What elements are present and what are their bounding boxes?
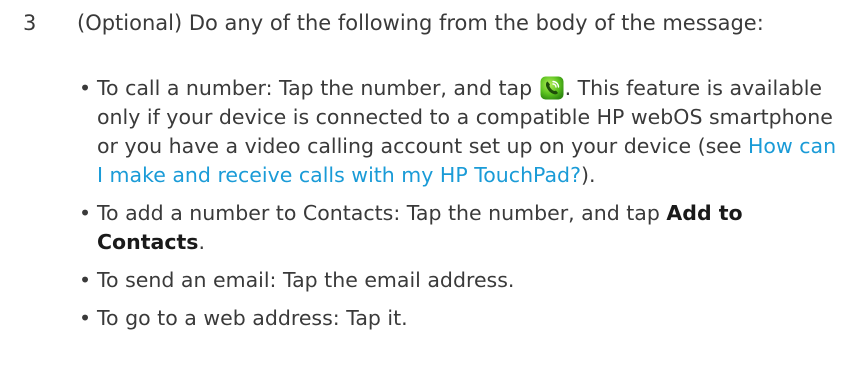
list-item-call: • To call a number: Tap the number, and … [77,74,837,190]
bullet-dot: • [79,76,92,100]
contacts-text: To add a number to Contacts: Tap the num… [97,201,667,225]
step-instruction: (Optional) Do any of the following from … [77,11,764,35]
list-item-web: • To go to a web address: Tap it. [77,304,837,333]
step-number: 3 [23,11,37,35]
contacts-text-end: . [198,230,206,254]
bullet-dot: • [79,201,92,225]
bullet-dot: • [79,306,92,330]
call-text-start: To call a number: Tap the number, and ta… [97,76,539,100]
list-item-contacts: • To add a number to Contacts: Tap the n… [77,199,837,257]
list-item-email: • To send an email: Tap the email addres… [77,266,837,295]
call-text-end: ). [580,163,596,187]
web-text: To go to a web address: Tap it. [97,306,408,330]
email-text: To send an email: Tap the email address. [97,268,515,292]
options-list: • To call a number: Tap the number, and … [77,74,837,342]
bullet-dot: • [79,268,92,292]
phone-call-icon [540,76,564,100]
